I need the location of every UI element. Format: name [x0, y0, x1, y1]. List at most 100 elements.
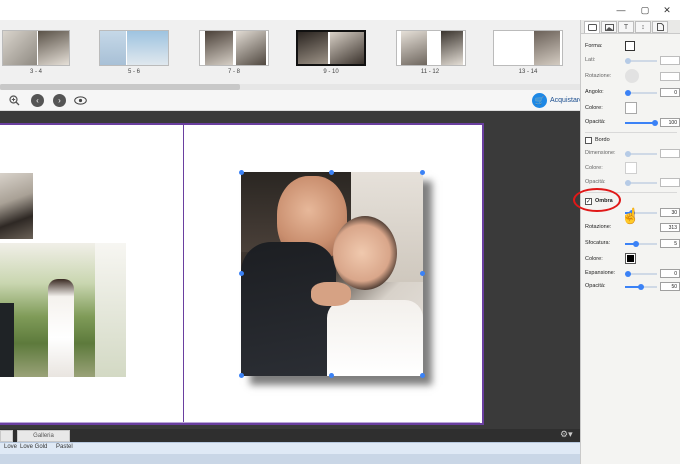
shadow-rotation-value[interactable]: 313	[660, 223, 680, 232]
tab-text[interactable]: T	[618, 21, 634, 33]
corner-label: Angolo:	[585, 89, 604, 95]
shadow-blur-slider[interactable]	[625, 241, 657, 247]
buy-button-label: Acquistare	[550, 97, 584, 104]
color-label: Colore:	[585, 105, 603, 111]
resize-handle[interactable]	[420, 373, 425, 378]
border-opacity-slider[interactable]	[625, 180, 657, 186]
thumbnail-label: 5 - 6	[127, 69, 140, 75]
sides-input[interactable]	[660, 56, 680, 65]
palette-item-pastel[interactable]: Pastel	[56, 444, 73, 450]
color-row: Colore:	[585, 102, 679, 114]
border-size-slider[interactable]	[625, 151, 657, 157]
shadow-color-label: Colore:	[585, 256, 603, 262]
thumbnail-9-10[interactable]	[296, 30, 366, 66]
palette-item-love-gold[interactable]: Love Gold	[20, 444, 47, 450]
resize-handle[interactable]	[239, 170, 244, 175]
rotation-row: Rotazione:	[585, 69, 680, 83]
shadow-spread-slider[interactable]	[625, 271, 657, 277]
hand-cursor-icon: ☝	[621, 208, 640, 225]
opacity-row: Opacità: 100	[585, 118, 680, 128]
previous-page-icon[interactable]: ‹	[31, 94, 44, 107]
shadow-spread-row: Espansione: 0	[585, 269, 680, 279]
corner-row: Angolo: 0	[585, 88, 680, 98]
opacity-label: Opacità:	[585, 119, 606, 125]
rotation-input[interactable]	[660, 72, 680, 81]
album-spread	[0, 123, 484, 425]
cart-icon: 🛒	[532, 93, 547, 108]
tab-gallery[interactable]: Galleria	[17, 430, 70, 442]
border-label: Bordo	[595, 137, 610, 143]
selected-couple-photo[interactable]	[241, 172, 423, 376]
shadow-opacity-value[interactable]: 50	[660, 282, 680, 291]
tab-image[interactable]	[601, 21, 617, 33]
thumbnail-5-6[interactable]	[99, 30, 169, 66]
shadow-spread-label: Espansione:	[585, 270, 616, 276]
resize-handle[interactable]	[420, 271, 425, 276]
left-page-photo-bottom[interactable]	[0, 243, 126, 377]
resize-handle[interactable]	[420, 170, 425, 175]
tab-page[interactable]	[652, 21, 668, 33]
minimize-button[interactable]: —	[610, 0, 632, 20]
sides-slider[interactable]	[625, 58, 657, 64]
opacity-slider[interactable]	[625, 120, 658, 126]
color-swatch[interactable]	[625, 102, 637, 114]
tab-spacing[interactable]: ↕	[635, 21, 651, 33]
close-button[interactable]: ✕	[656, 0, 678, 20]
left-page-photo-top[interactable]	[0, 173, 33, 239]
shape-row: Forma:	[585, 41, 679, 52]
thumbnail-13-14[interactable]	[493, 30, 563, 66]
resize-handle[interactable]	[329, 170, 334, 175]
bottom-tab[interactable]	[0, 430, 13, 442]
buy-button[interactable]: 🛒 Acquistare	[532, 92, 583, 109]
border-color-swatch[interactable]	[625, 162, 637, 174]
shadow-blur-label: Sfocatura:	[585, 240, 611, 246]
thumbnail-label: 11 - 12	[420, 69, 440, 75]
shadow-opacity-label: Opacità:	[585, 283, 606, 289]
editor-canvas	[0, 111, 580, 429]
border-color-label: Colore:	[585, 165, 603, 171]
maximize-button[interactable]: ▢	[634, 0, 656, 20]
shadow-rotation-label: Rotazione:	[585, 224, 612, 230]
sides-label: Lati:	[585, 57, 596, 63]
thumbnail-3-4[interactable]	[2, 30, 70, 66]
shadow-spread-value[interactable]: 0	[660, 269, 680, 278]
thumbnail-label: 13 - 14	[518, 69, 538, 75]
properties-panel: T ↕ Forma: Lati: Rotazione: Angolo: 0 Co…	[580, 20, 680, 464]
thumbnail-11-12[interactable]	[396, 30, 466, 66]
corner-value[interactable]: 0	[660, 88, 680, 97]
zoom-in-icon[interactable]	[8, 94, 21, 107]
corner-slider[interactable]	[625, 90, 657, 96]
palette-bar: Love Love Gold Pastel	[0, 442, 580, 454]
tab-gallery-label: Galleria	[33, 433, 54, 439]
rotation-label: Rotazione:	[585, 73, 612, 79]
next-page-icon[interactable]: ›	[53, 94, 66, 107]
gear-icon[interactable]: ⚙▾	[560, 429, 573, 440]
preview-eye-icon[interactable]	[74, 94, 87, 107]
rotation-dial[interactable]	[625, 69, 639, 83]
border-color-row: Colore:	[585, 162, 679, 174]
shadow-opacity-slider[interactable]	[625, 284, 657, 290]
shadow-color-swatch[interactable]	[625, 253, 636, 264]
opacity-value[interactable]: 100	[660, 118, 680, 127]
thumbnail-label: 7 - 8	[227, 69, 240, 75]
thumbnail-7-8[interactable]	[199, 30, 269, 66]
tab-layout[interactable]	[584, 21, 600, 33]
shadow-blur-value[interactable]: 5	[660, 239, 680, 248]
border-row: Bordo	[585, 136, 679, 146]
border-size-row: Dimensione:	[585, 149, 680, 159]
shape-selector[interactable]	[625, 41, 635, 51]
resize-handle[interactable]	[329, 373, 334, 378]
border-checkbox[interactable]	[585, 137, 592, 144]
shadow-distance-value[interactable]: 30	[660, 208, 680, 217]
resize-handle[interactable]	[239, 373, 244, 378]
shadow-blur-row: Sfocatura: 5	[585, 239, 680, 249]
border-opacity-input[interactable]	[660, 178, 680, 187]
border-size-input[interactable]	[660, 149, 680, 158]
resize-handle[interactable]	[239, 271, 244, 276]
shadow-opacity-row: Opacità: 50	[585, 282, 680, 292]
palette-item-love[interactable]: Love	[4, 444, 17, 450]
editor-toolbar: ‹ › 🛒 Acquistare	[0, 90, 583, 111]
border-size-label: Dimensione:	[585, 150, 616, 156]
highlight-ring	[573, 188, 621, 212]
sides-row: Lati:	[585, 56, 680, 66]
